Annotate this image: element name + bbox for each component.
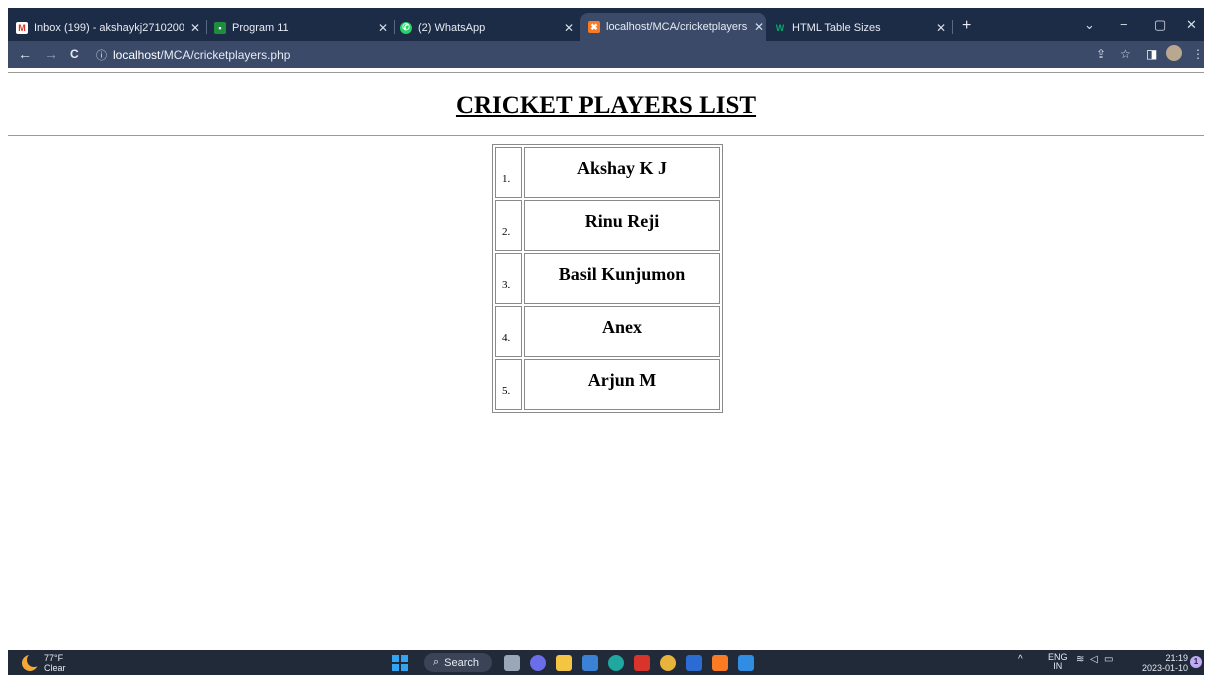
back-arrow-icon[interactable]: ←	[18, 46, 32, 62]
taskbar-clock[interactable]: 21:19 2023-01-10	[1130, 653, 1188, 673]
close-window-icon[interactable]: ✕	[1186, 17, 1197, 33]
weather-temp: 77°F	[44, 653, 64, 663]
side-panel-icon[interactable]: ◨	[1146, 47, 1157, 61]
site-info-icon[interactable]: ⓘ	[96, 47, 107, 63]
tab-title: Program 11	[232, 21, 289, 34]
weather-condition: Clear	[44, 663, 66, 673]
reload-icon[interactable]: C	[70, 47, 79, 61]
player-name: Akshay K J	[524, 147, 720, 198]
language-bottom: IN	[1053, 661, 1063, 671]
player-name: Arjun M	[524, 359, 720, 410]
close-tab-icon[interactable]: ✕	[188, 21, 202, 35]
close-tab-icon[interactable]: ✕	[376, 21, 390, 35]
table-row: 4. Anex	[495, 306, 720, 357]
gmail-icon: M	[16, 21, 28, 34]
row-number: 1.	[495, 147, 522, 198]
close-tab-icon[interactable]: ✕	[562, 21, 576, 35]
address-bar[interactable]: ⓘ localhost/MCA/cricketplayers.php	[90, 44, 1090, 65]
players-table: 1. Akshay K J 2. Rinu Reji 3. Basil Kunj…	[492, 144, 723, 413]
search-label: Search	[444, 656, 480, 669]
close-tab-icon[interactable]: ✕	[752, 20, 766, 34]
forward-arrow-icon[interactable]: →	[44, 46, 58, 62]
whatsapp-icon: ✆	[400, 21, 412, 34]
mail-icon[interactable]	[582, 655, 598, 671]
w3schools-icon: W	[775, 22, 785, 33]
edge-icon[interactable]	[608, 655, 624, 671]
wifi-icon[interactable]: ≋	[1076, 654, 1084, 665]
restore-icon[interactable]: ▢	[1154, 17, 1166, 33]
table-row: 3. Basil Kunjumon	[495, 253, 720, 304]
profile-avatar[interactable]	[1166, 45, 1182, 61]
tab-title: (2) WhatsApp	[418, 21, 486, 34]
battery-icon[interactable]: ▭	[1104, 654, 1113, 665]
word-icon[interactable]	[686, 655, 702, 671]
new-tab-button[interactable]: +	[962, 17, 971, 35]
tab-program-11[interactable]: ▪ Program 11 ✕	[214, 14, 390, 41]
browser-tab-strip: M Inbox (199) - akshaykj2710200060@gmail…	[8, 8, 1204, 41]
row-number: 2.	[495, 200, 522, 251]
title-divider	[8, 135, 1204, 136]
tray-overflow-icon[interactable]: ^	[1018, 654, 1023, 665]
table-row: 2. Rinu Reji	[495, 200, 720, 251]
top-divider	[8, 72, 1204, 73]
player-name: Rinu Reji	[524, 200, 720, 251]
task-view-icon[interactable]	[504, 655, 520, 671]
tab-html-table-sizes[interactable]: W HTML Table Sizes ✕	[774, 14, 948, 41]
chrome-icon[interactable]	[660, 655, 676, 671]
player-name: Anex	[524, 306, 720, 357]
teams-chat-icon[interactable]	[530, 655, 546, 671]
notification-badge[interactable]: 1	[1190, 656, 1202, 668]
page-title: CRICKET PLAYERS LIST	[455, 92, 757, 119]
bookmark-star-icon[interactable]: ☆	[1120, 47, 1131, 61]
row-number: 5.	[495, 359, 522, 410]
screen: M Inbox (199) - akshaykj2710200060@gmail…	[8, 8, 1204, 675]
close-tab-icon[interactable]: ✕	[934, 21, 948, 35]
table-row: 5. Arjun M	[495, 359, 720, 410]
share-icon[interactable]: ⇪	[1096, 47, 1106, 61]
tab-whatsapp[interactable]: ✆ (2) WhatsApp ✕	[400, 14, 576, 41]
xampp-taskbar-icon[interactable]	[712, 655, 728, 671]
taskbar-search[interactable]: ⌕ Search	[424, 653, 492, 672]
tab-title: localhost/MCA/cricketplayers.php	[606, 21, 748, 33]
table-row: 1. Akshay K J	[495, 147, 720, 198]
clock-time: 21:19	[1165, 653, 1188, 663]
classroom-icon: ▪	[214, 21, 226, 34]
weather-text: 77°F Clear	[44, 653, 66, 673]
search-icon: ⌕	[433, 656, 440, 668]
tab-cricketplayers[interactable]: ✖ localhost/MCA/cricketplayers.php ✕	[580, 13, 766, 41]
tab-gmail[interactable]: M Inbox (199) - akshaykj2710200060@gmail…	[16, 14, 202, 41]
tab-title: Inbox (199) - akshaykj2710200060@gmail.c…	[34, 21, 184, 34]
url-path: /MCA/cricketplayers.php	[160, 47, 291, 62]
url-host: localhost	[113, 47, 161, 62]
row-number: 4.	[495, 306, 522, 357]
tab-title: HTML Table Sizes	[792, 21, 881, 34]
file-explorer-icon[interactable]	[556, 655, 572, 671]
wps-office-icon[interactable]	[634, 655, 650, 671]
vscode-icon[interactable]	[738, 655, 754, 671]
xampp-icon: ✖	[588, 21, 600, 33]
volume-icon[interactable]: ◁	[1090, 654, 1098, 665]
row-number: 3.	[495, 253, 522, 304]
moon-icon	[22, 653, 41, 671]
minimize-icon[interactable]: −	[1120, 17, 1128, 32]
clock-date: 2023-01-10	[1141, 663, 1188, 673]
weather-widget[interactable]: 77°F Clear	[22, 653, 66, 673]
url-text: localhost/MCA/cricketplayers.php	[113, 48, 290, 62]
tab-search-icon[interactable]: ⌄	[1084, 17, 1095, 33]
windows-taskbar: 77°F Clear ⌕ Search ^ ENG IN ≋ ◁ ▭ 21:19…	[8, 650, 1204, 675]
windows-start-icon[interactable]	[392, 655, 408, 671]
browser-toolbar: ← → C ⓘ localhost/MCA/cricketplayers.php…	[8, 41, 1204, 68]
page-content: CRICKET PLAYERS LIST 1. Akshay K J 2. Ri…	[8, 68, 1204, 658]
browser-menu-icon[interactable]: ⋮	[1192, 47, 1204, 61]
language-indicator[interactable]: ENG IN	[1048, 653, 1068, 671]
player-name: Basil Kunjumon	[524, 253, 720, 304]
